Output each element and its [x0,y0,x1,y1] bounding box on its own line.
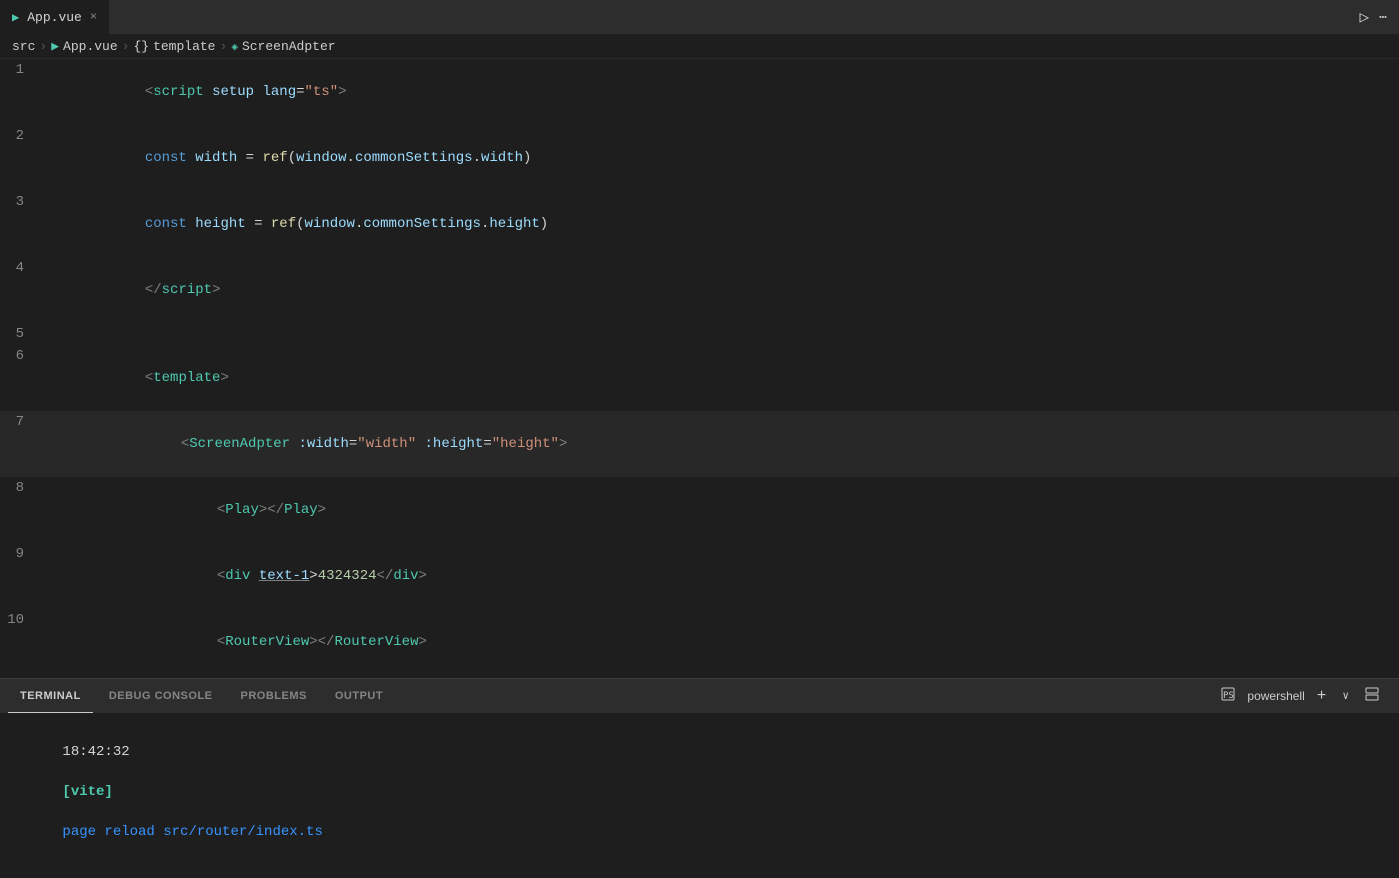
tab-debug-console[interactable]: DEBUG CONSOLE [97,679,225,713]
line-code[interactable]: <ScreenAdpter :width="width" :height="he… [40,411,1399,477]
maximize-panel-button[interactable] [1361,685,1383,708]
table-row: 10 <RouterView></RouterView> [0,609,1399,675]
line-number: 2 [0,125,40,191]
line-code[interactable]: const height = ref(window.commonSettings… [40,191,1399,257]
breadcrumb-sep3: › [220,39,228,54]
line-code[interactable]: <template> [40,345,1399,411]
terminal-timestamp: 18:42:32 [62,744,129,760]
component-icon: ◈ [231,40,238,54]
split-editor-icon[interactable]: ⋯ [1379,10,1387,25]
add-terminal-button[interactable]: + [1313,685,1331,707]
line-code[interactable]: <RouterView></RouterView> [40,609,1399,675]
table-row: 2 const width = ref(window.commonSetting… [0,125,1399,191]
breadcrumb-sep2: › [122,39,130,54]
breadcrumb-app-vue[interactable]: App.vue [63,39,118,54]
terminal-log-message: page reload src/router/index.ts [62,824,322,840]
tab-output[interactable]: OUTPUT [323,679,395,713]
breadcrumb-template[interactable]: template [153,39,215,54]
breadcrumb-sep1: › [39,39,47,54]
shell-label: powershell [1247,689,1304,703]
svg-text:PS: PS [1223,691,1234,701]
line-number: 10 [0,609,40,675]
line-number: 8 [0,477,40,543]
line-number: 9 [0,543,40,609]
table-row: 1 <script setup lang="ts"> [0,59,1399,125]
table-row: 6 <template> [0,345,1399,411]
run-icon[interactable]: ▷ [1360,7,1370,27]
tab-bar: ▶ App.vue × ▷ ⋯ [0,0,1399,35]
tab-bar-left: ▶ App.vue × [0,0,110,34]
braces-icon: {} [133,39,149,54]
tab-close-button[interactable]: × [90,10,97,24]
tab-label: App.vue [27,10,82,25]
breadcrumb-src[interactable]: src [12,39,35,54]
line-code[interactable]: <script setup lang="ts"> [40,59,1399,125]
line-number: 7 [0,411,40,477]
terminal-panel: TERMINAL DEBUG CONSOLE PROBLEMS OUTPUT P… [0,678,1399,878]
line-number: 3 [0,191,40,257]
line-number: 5 [0,323,40,345]
line-code[interactable]: const width = ref(window.commonSettings.… [40,125,1399,191]
table-row: 3 const height = ref(window.commonSettin… [0,191,1399,257]
app-vue-tab[interactable]: ▶ App.vue × [0,0,110,34]
terminal-line-vite: 18:42:32 [vite] page reload src/router/i… [12,722,1387,862]
terminal-tabs-right: PS powershell + ∨ [1217,685,1391,708]
vue-icon: ▶ [12,10,19,25]
line-number: 4 [0,257,40,323]
code-container[interactable]: 1 <script setup lang="ts"> 2 const width… [0,59,1399,678]
terminal-content[interactable]: 18:42:32 [vite] page reload src/router/i… [0,714,1399,878]
breadcrumb-screen-adpter[interactable]: ScreenAdpter [242,39,336,54]
terminal-tabs-left: TERMINAL DEBUG CONSOLE PROBLEMS OUTPUT [8,679,395,713]
line-code[interactable]: </script> [40,257,1399,323]
line-number: 1 [0,59,40,125]
line-code[interactable]: <div text-1>4324324</div> [40,543,1399,609]
table-row: 7 <ScreenAdpter :width="width" :height="… [0,411,1399,477]
terminal-line-history: * History restored [12,862,1387,878]
table-row: 9 <div text-1>4324324</div> [0,543,1399,609]
editor-area: 1 <script setup lang="ts"> 2 const width… [0,59,1399,678]
terminal-dropdown-button[interactable]: ∨ [1338,687,1353,705]
vue-file-icon: ▶ [51,39,59,54]
tab-terminal[interactable]: TERMINAL [8,679,93,713]
code-table: 1 <script setup lang="ts"> 2 const width… [0,59,1399,678]
table-row: 4 </script> [0,257,1399,323]
line-code[interactable]: <Play></Play> [40,477,1399,543]
table-row: 8 <Play></Play> [0,477,1399,543]
line-code[interactable] [40,323,1399,345]
terminal-tabs: TERMINAL DEBUG CONSOLE PROBLEMS OUTPUT P… [0,679,1399,714]
line-number: 6 [0,345,40,411]
terminal-shell-icon: PS [1217,685,1239,708]
tab-bar-right: ▷ ⋯ [1360,7,1399,27]
table-row: 5 [0,323,1399,345]
terminal-vite-label: [vite] [62,784,112,800]
tab-problems[interactable]: PROBLEMS [229,679,319,713]
breadcrumb: src › ▶ App.vue › {} template › ◈ Screen… [0,35,1399,59]
